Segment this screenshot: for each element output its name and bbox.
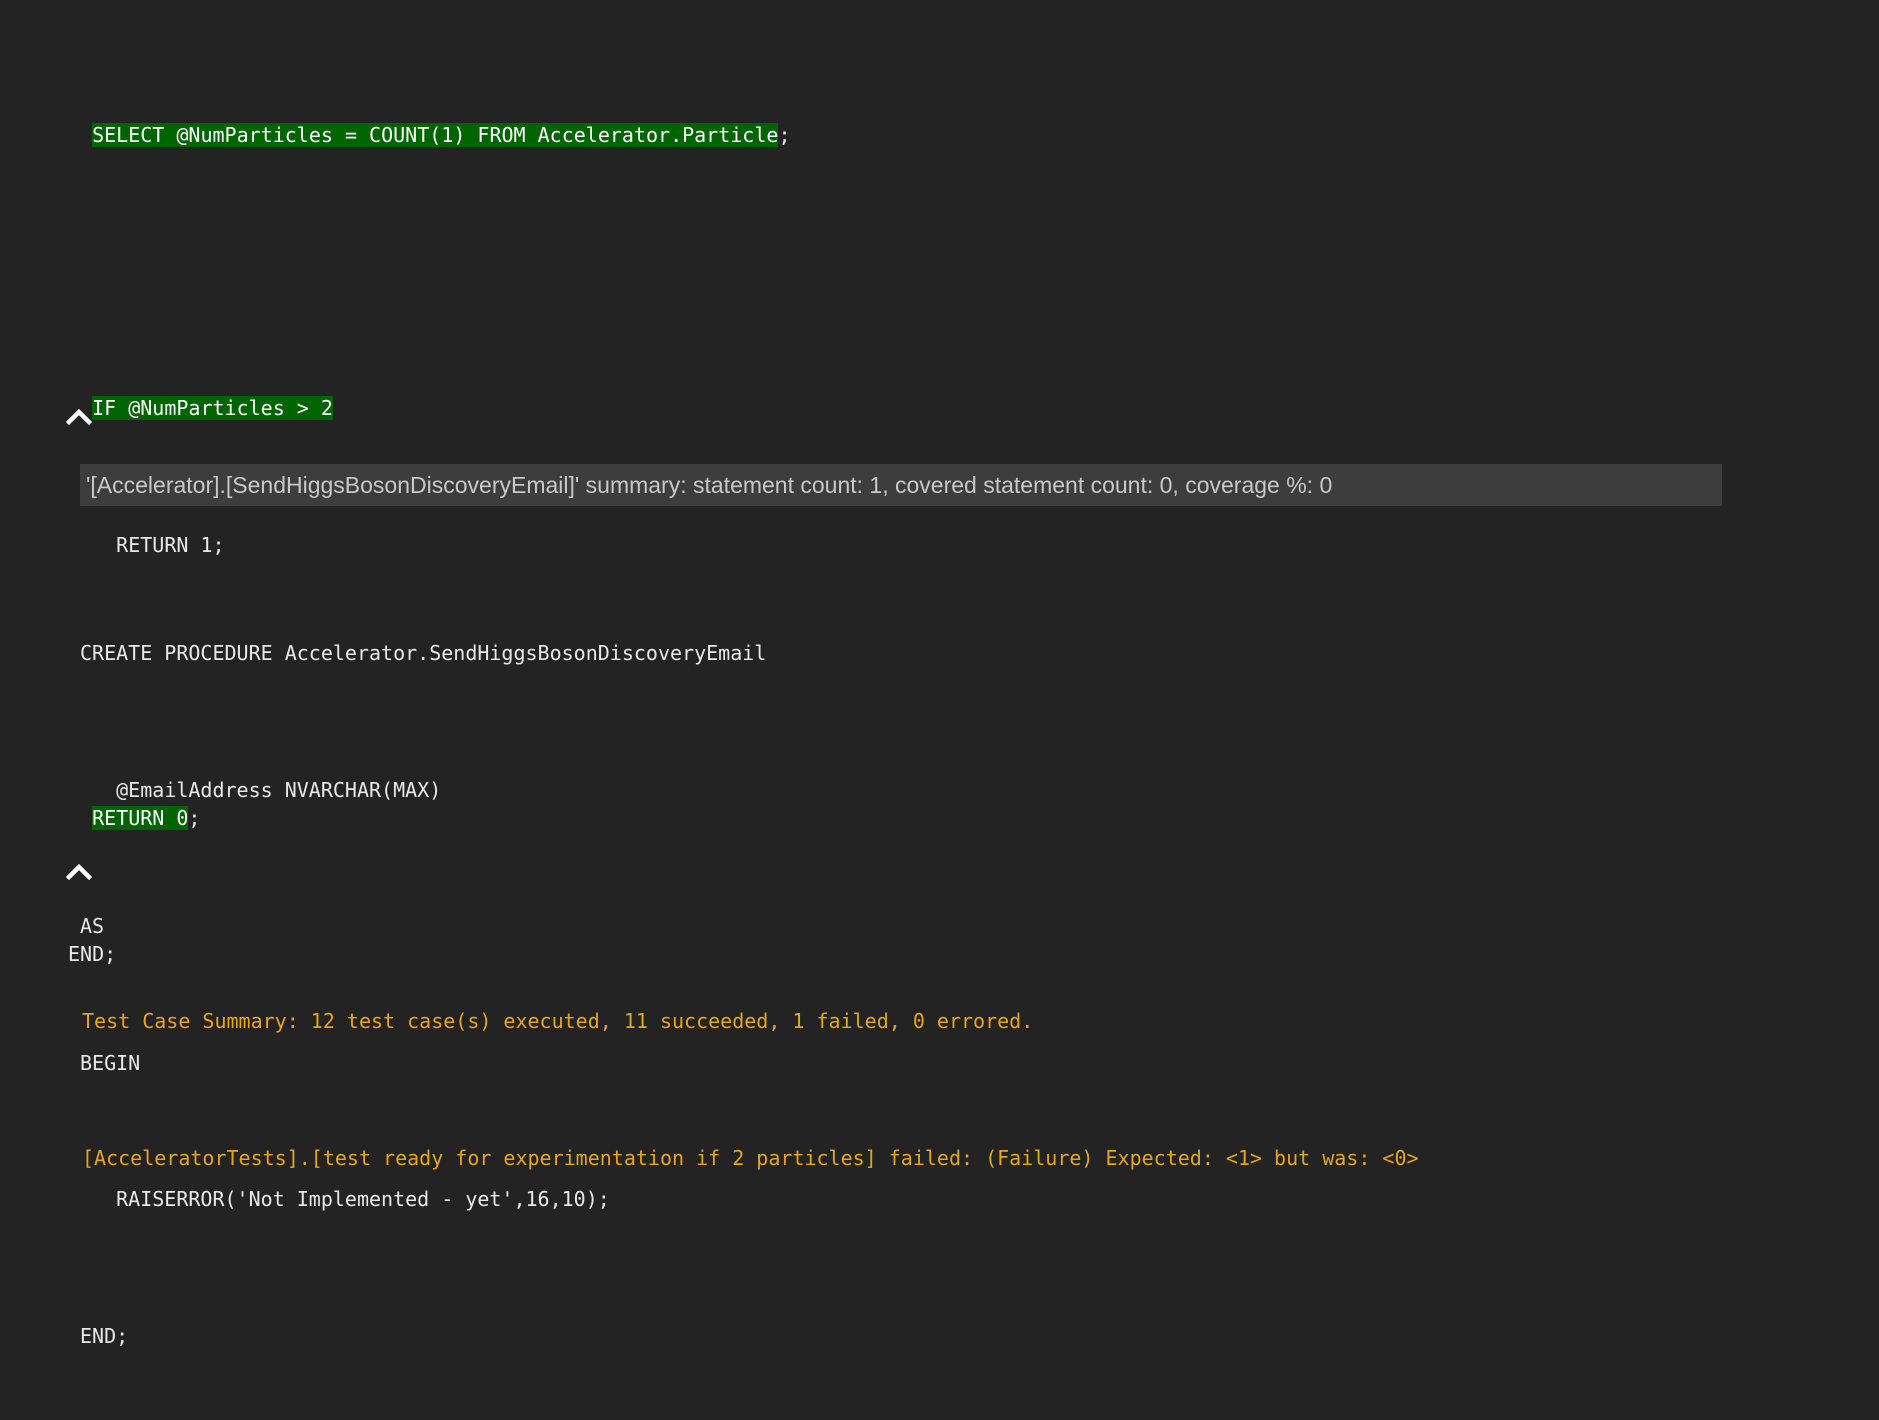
code-line: SELECT @NumParticles = COUNT(1) FROM Acc…	[68, 113, 790, 159]
collapse-toggle-2[interactable]	[62, 855, 96, 889]
code-highlight: IF @NumParticles > 2	[92, 396, 333, 420]
code-line: @EmailAddress NVARCHAR(MAX)	[80, 777, 442, 802]
coverage-summary-bar: '[Accelerator].[SendHiggsBosonDiscoveryE…	[80, 464, 1722, 506]
output-blank-line	[82, 1272, 1611, 1318]
results-pane: SELECT @NumParticles = COUNT(1) FROM Acc…	[0, 0, 1879, 1420]
chevron-up-icon	[66, 863, 92, 881]
test-case-summary-line: Test Case Summary: 12 test case(s) execu…	[82, 1009, 1034, 1033]
ascii-box-top: +----------------------+	[82, 1409, 1611, 1420]
collapse-toggle-1[interactable]	[62, 400, 96, 434]
test-failure-line: [AcceleratorTests].[test ready for exper…	[82, 1145, 1419, 1170]
code-line: IF @NumParticles > 2	[68, 386, 790, 432]
code-line: CREATE PROCEDURE Accelerator.SendHiggsBo…	[80, 641, 767, 665]
code-tail: ;	[778, 123, 791, 147]
code-highlight: SELECT @NumParticles = COUNT(1) FROM Acc…	[92, 123, 779, 147]
test-results-output: Test Case Summary: 12 test case(s) execu…	[82, 908, 1611, 1420]
chevron-up-icon	[66, 408, 92, 426]
